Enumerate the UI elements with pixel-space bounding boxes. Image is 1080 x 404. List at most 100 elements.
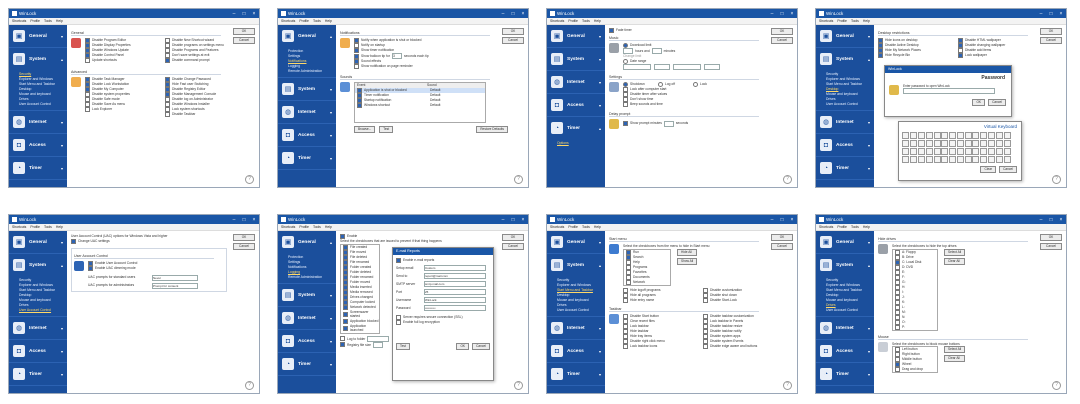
maximize-icon[interactable]: □: [508, 11, 518, 17]
keyboard-key[interactable]: [925, 140, 933, 148]
password-input[interactable]: [903, 88, 995, 94]
keyboard-key[interactable]: [987, 132, 995, 140]
close-icon[interactable]: ×: [787, 217, 797, 223]
keyboard-key[interactable]: [941, 147, 949, 155]
menu-shortcuts[interactable]: Shortcuts: [819, 19, 833, 23]
sidebar-timer[interactable]: ◔ Timer ▾: [9, 157, 67, 180]
keyboard-key[interactable]: [956, 155, 964, 163]
maximize-icon[interactable]: □: [508, 217, 518, 223]
uac-standard-select[interactable]: Never: [152, 274, 198, 281]
sidebar-internet[interactable]: ◍ Internet ▾: [9, 110, 67, 134]
keyboard-key[interactable]: [995, 132, 1003, 140]
keyboard-key[interactable]: [917, 132, 925, 140]
checkbox[interactable]: [958, 53, 963, 58]
keyboard-key[interactable]: [925, 155, 933, 163]
checkbox[interactable]: [340, 342, 345, 348]
checkbox[interactable]: [165, 112, 170, 117]
keyboard-key[interactable]: [925, 147, 933, 155]
sidebar-internet[interactable]: ◍ Internet ▾: [9, 316, 67, 340]
keyboard-key[interactable]: [941, 140, 949, 148]
sub-uac[interactable]: User Account Control: [826, 102, 874, 107]
menu-help[interactable]: Help: [863, 19, 870, 23]
minimize-icon[interactable]: –: [767, 11, 777, 17]
sub-uac[interactable]: User Account Control: [557, 308, 605, 313]
sidebar-timer[interactable]: ◔ Timer ▾: [816, 157, 874, 180]
keyboard-key[interactable]: [964, 147, 972, 155]
maximize-icon[interactable]: □: [1046, 217, 1056, 223]
ok-button[interactable]: OK: [1040, 234, 1062, 241]
close-icon[interactable]: ×: [249, 11, 259, 17]
checkbox[interactable]: [165, 58, 170, 63]
keyboard-key[interactable]: [933, 147, 941, 155]
restore-defaults-button[interactable]: Restore Defaults: [476, 125, 508, 133]
keyboard-key[interactable]: [925, 132, 933, 140]
sidebar-general[interactable]: ▣ General ▾: [9, 231, 67, 254]
seconds-input[interactable]: 3: [391, 53, 402, 59]
checkbox[interactable]: [623, 121, 628, 127]
email-ok-button[interactable]: OK: [456, 343, 470, 350]
keyboard-key[interactable]: [933, 140, 941, 148]
help-icon[interactable]: ?: [783, 381, 792, 390]
menu-tools[interactable]: Tools: [44, 19, 52, 23]
keyboard-key[interactable]: [1003, 147, 1011, 155]
sidebar-general[interactable]: ▣ General ▾: [547, 231, 605, 254]
help-icon[interactable]: ?: [1052, 175, 1061, 184]
keyboard-key[interactable]: [956, 140, 964, 148]
select-all-mouse-button[interactable]: Select All: [944, 346, 966, 354]
maximize-icon[interactable]: □: [1046, 11, 1056, 17]
keyboard-key[interactable]: [980, 155, 988, 163]
email-cancel-button[interactable]: Cancel: [472, 343, 490, 350]
sub-options[interactable]: Options: [557, 141, 605, 146]
keyboard-key[interactable]: [917, 140, 925, 148]
checkbox[interactable]: [623, 343, 628, 349]
keyboard-key[interactable]: [917, 147, 925, 155]
sidebar-access[interactable]: ◘ Access ▾: [816, 340, 874, 363]
keyboard-key[interactable]: [910, 140, 918, 148]
menu-shortcuts[interactable]: Shortcuts: [819, 225, 833, 229]
minimize-icon[interactable]: –: [1036, 11, 1046, 17]
menu-shortcuts[interactable]: Shortcuts: [12, 19, 26, 23]
help-icon[interactable]: ?: [245, 175, 254, 184]
close-icon[interactable]: ×: [518, 11, 528, 17]
checkbox[interactable]: [357, 102, 362, 108]
sidebar-internet[interactable]: ◍ Internet ▾: [278, 307, 336, 330]
keyboard-key[interactable]: [987, 140, 995, 148]
menu-help[interactable]: Help: [325, 19, 332, 23]
sidebar-internet[interactable]: ◍ Internet ▾: [547, 71, 605, 94]
ok-button[interactable]: OK: [1040, 28, 1062, 35]
menu-help[interactable]: Help: [863, 225, 870, 229]
sidebar-access[interactable]: ◘ Access ▾: [9, 134, 67, 157]
keyboard-key[interactable]: [902, 147, 910, 155]
menu-profile[interactable]: Profile: [30, 19, 40, 23]
keyboard-key[interactable]: [917, 155, 925, 163]
clear-button[interactable]: Clear: [980, 166, 997, 174]
keyboard-key[interactable]: [941, 132, 949, 140]
menu-shortcuts[interactable]: Shortcuts: [550, 19, 564, 23]
minimize-icon[interactable]: –: [1036, 217, 1046, 223]
ok-button[interactable]: OK: [233, 234, 255, 241]
minimize-icon[interactable]: –: [498, 11, 508, 17]
sub-uac[interactable]: User Account Control: [19, 102, 67, 107]
cancel-button[interactable]: Cancel: [771, 243, 793, 250]
keyboard-key[interactable]: [972, 140, 980, 148]
minimize-icon[interactable]: –: [229, 11, 239, 17]
keyboard-key[interactable]: [1003, 132, 1011, 140]
list-item[interactable]: P:: [893, 324, 937, 330]
keyboard-key[interactable]: [964, 132, 972, 140]
sidebar-access[interactable]: ◘ Access ▾: [816, 134, 874, 157]
sidebar-general[interactable]: ▣ General ▾: [816, 25, 874, 48]
keyboard-key[interactable]: [956, 147, 964, 155]
hide-all-button[interactable]: Hide All: [677, 248, 698, 256]
menu-tools[interactable]: Tools: [582, 19, 590, 23]
menu-profile[interactable]: Profile: [837, 225, 847, 229]
ok-button[interactable]: OK: [771, 234, 793, 241]
menu-help[interactable]: Help: [594, 19, 601, 23]
uac-admin-select[interactable]: Prompt for consent: [152, 282, 198, 289]
keyboard-key[interactable]: [1003, 140, 1011, 148]
checkbox[interactable]: [396, 320, 401, 325]
email-field[interactable]: ••••••••••: [424, 305, 486, 311]
sidebar-internet[interactable]: ◍ Internet ▾: [816, 110, 874, 134]
sidebar-access[interactable]: ◘ Access ▾: [547, 340, 605, 363]
sub-remote[interactable]: Remote Administration: [288, 69, 336, 74]
test-button[interactable]: Test: [379, 125, 394, 133]
